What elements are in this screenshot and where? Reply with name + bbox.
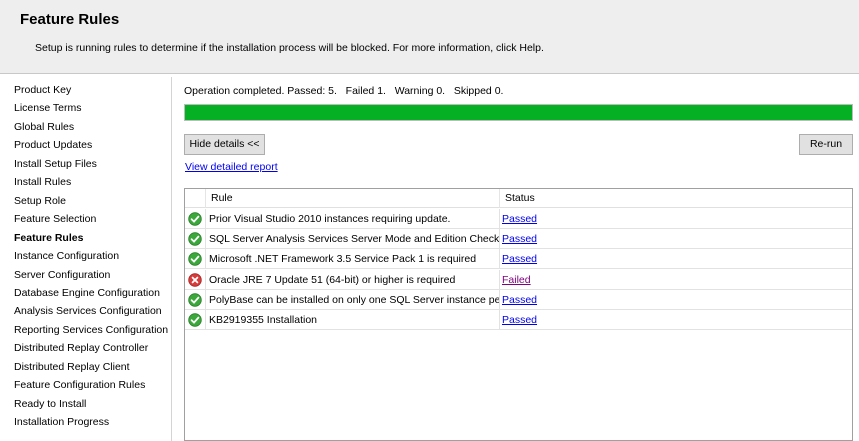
table-row[interactable]: SQL Server Analysis Services Server Mode… xyxy=(185,229,852,250)
table-row[interactable]: Microsoft .NET Framework 3.5 Service Pac… xyxy=(185,249,852,270)
sidebar-item-product-key[interactable]: Product Key xyxy=(14,82,71,98)
status-cell: Passed xyxy=(500,249,852,269)
status-cell: Passed xyxy=(500,209,852,229)
column-header-rule[interactable]: Rule xyxy=(206,189,500,208)
status-cell: Failed xyxy=(500,270,852,290)
table-header: Rule Status xyxy=(185,189,852,208)
sidebar-item-install-rules[interactable]: Install Rules xyxy=(14,174,71,190)
status-failed-link[interactable]: Failed xyxy=(502,274,531,286)
table-row[interactable]: KB2919355 Installation Passed xyxy=(185,310,852,330)
row-icon-cell xyxy=(185,229,206,250)
table-row[interactable]: PolyBase can be installed on only one SQ… xyxy=(185,289,852,310)
status-cell: Passed xyxy=(500,310,852,330)
sidebar-item-feature-selection[interactable]: Feature Selection xyxy=(14,211,96,227)
row-icon-cell xyxy=(185,289,206,310)
sidebar-item-setup-role[interactable]: Setup Role xyxy=(14,193,66,209)
error-icon xyxy=(188,272,202,287)
sidebar-item-feature-configuration-rules[interactable]: Feature Configuration Rules xyxy=(14,377,145,393)
sidebar-item-ready-to-install[interactable]: Ready to Install xyxy=(14,396,86,412)
sidebar-item-instance-configuration[interactable]: Instance Configuration xyxy=(14,248,119,264)
check-icon xyxy=(188,212,202,226)
sidebar-item-reporting-services-configuration[interactable]: Reporting Services Configuration xyxy=(14,322,168,338)
row-icon-cell xyxy=(185,310,206,330)
row-icon-cell xyxy=(185,209,206,229)
rule-name: Prior Visual Studio 2010 instances requi… xyxy=(206,209,500,229)
status-cell: Passed xyxy=(500,229,852,249)
sidebar-item-server-configuration[interactable]: Server Configuration xyxy=(14,267,110,283)
operation-status-text: Operation completed. Passed: 5. Failed 1… xyxy=(184,85,504,97)
main-panel: Operation completed. Passed: 5. Failed 1… xyxy=(173,77,859,441)
rule-name: KB2919355 Installation xyxy=(206,310,500,330)
status-passed-link[interactable]: Passed xyxy=(502,233,537,245)
column-header-status[interactable]: Status xyxy=(500,189,852,208)
rule-name: Oracle JRE 7 Update 51 (64-bit) or highe… xyxy=(206,269,500,290)
sidebar-item-installation-progress[interactable]: Installation Progress xyxy=(14,414,109,430)
sidebar-item-global-rules[interactable]: Global Rules xyxy=(14,119,74,135)
setup-steps-sidebar: Product Key License Terms Global Rules Prod… xyxy=(6,77,172,441)
rule-name: SQL Server Analysis Services Server Mode… xyxy=(206,229,500,250)
status-passed-link[interactable]: Passed xyxy=(502,294,537,306)
row-icon-cell xyxy=(185,269,206,290)
check-icon xyxy=(188,313,202,327)
sidebar-item-database-engine-configuration[interactable]: Database Engine Configuration xyxy=(14,285,160,301)
table-row[interactable]: Prior Visual Studio 2010 instances requi… xyxy=(185,209,852,229)
sidebar-item-feature-rules[interactable]: Feature Rules xyxy=(14,230,83,246)
check-icon xyxy=(188,293,202,307)
row-icon-cell xyxy=(185,249,206,270)
view-detailed-report-link[interactable]: View detailed report xyxy=(185,161,278,173)
status-passed-link[interactable]: Passed xyxy=(502,253,537,265)
sidebar-item-product-updates[interactable]: Product Updates xyxy=(14,137,92,153)
sidebar-item-distributed-replay-controller[interactable]: Distributed Replay Controller xyxy=(14,340,148,356)
page-title: Feature Rules xyxy=(20,11,120,28)
check-icon xyxy=(188,232,202,246)
hide-details-button[interactable]: Hide details << xyxy=(184,134,265,155)
status-cell: Passed xyxy=(500,290,852,310)
rule-name: Microsoft .NET Framework 3.5 Service Pac… xyxy=(206,249,500,270)
table-row[interactable]: Oracle JRE 7 Update 51 (64-bit) or highe… xyxy=(185,269,852,290)
column-header-icon xyxy=(185,189,206,208)
sidebar-item-install-setup-files[interactable]: Install Setup Files xyxy=(14,156,97,172)
check-icon xyxy=(188,252,202,267)
progress-bar xyxy=(184,104,853,121)
sidebar-item-distributed-replay-client[interactable]: Distributed Replay Client xyxy=(14,359,130,375)
sidebar-item-analysis-services-configuration[interactable]: Analysis Services Configuration xyxy=(14,303,162,319)
progress-bar-fill xyxy=(185,105,852,120)
status-passed-link[interactable]: Passed xyxy=(502,314,537,326)
rerun-button[interactable]: Re-run xyxy=(799,134,853,155)
sidebar-item-license-terms[interactable]: License Terms xyxy=(14,100,82,116)
rules-table: Rule Status Prior Visual Studio 2010 ins… xyxy=(184,188,853,441)
page-description: Setup is running rules to determine if t… xyxy=(35,42,544,54)
status-passed-link[interactable]: Passed xyxy=(502,213,537,225)
page-header: Feature Rules Setup is running rules to … xyxy=(0,0,859,74)
rule-name: PolyBase can be installed on only one SQ… xyxy=(206,289,500,310)
